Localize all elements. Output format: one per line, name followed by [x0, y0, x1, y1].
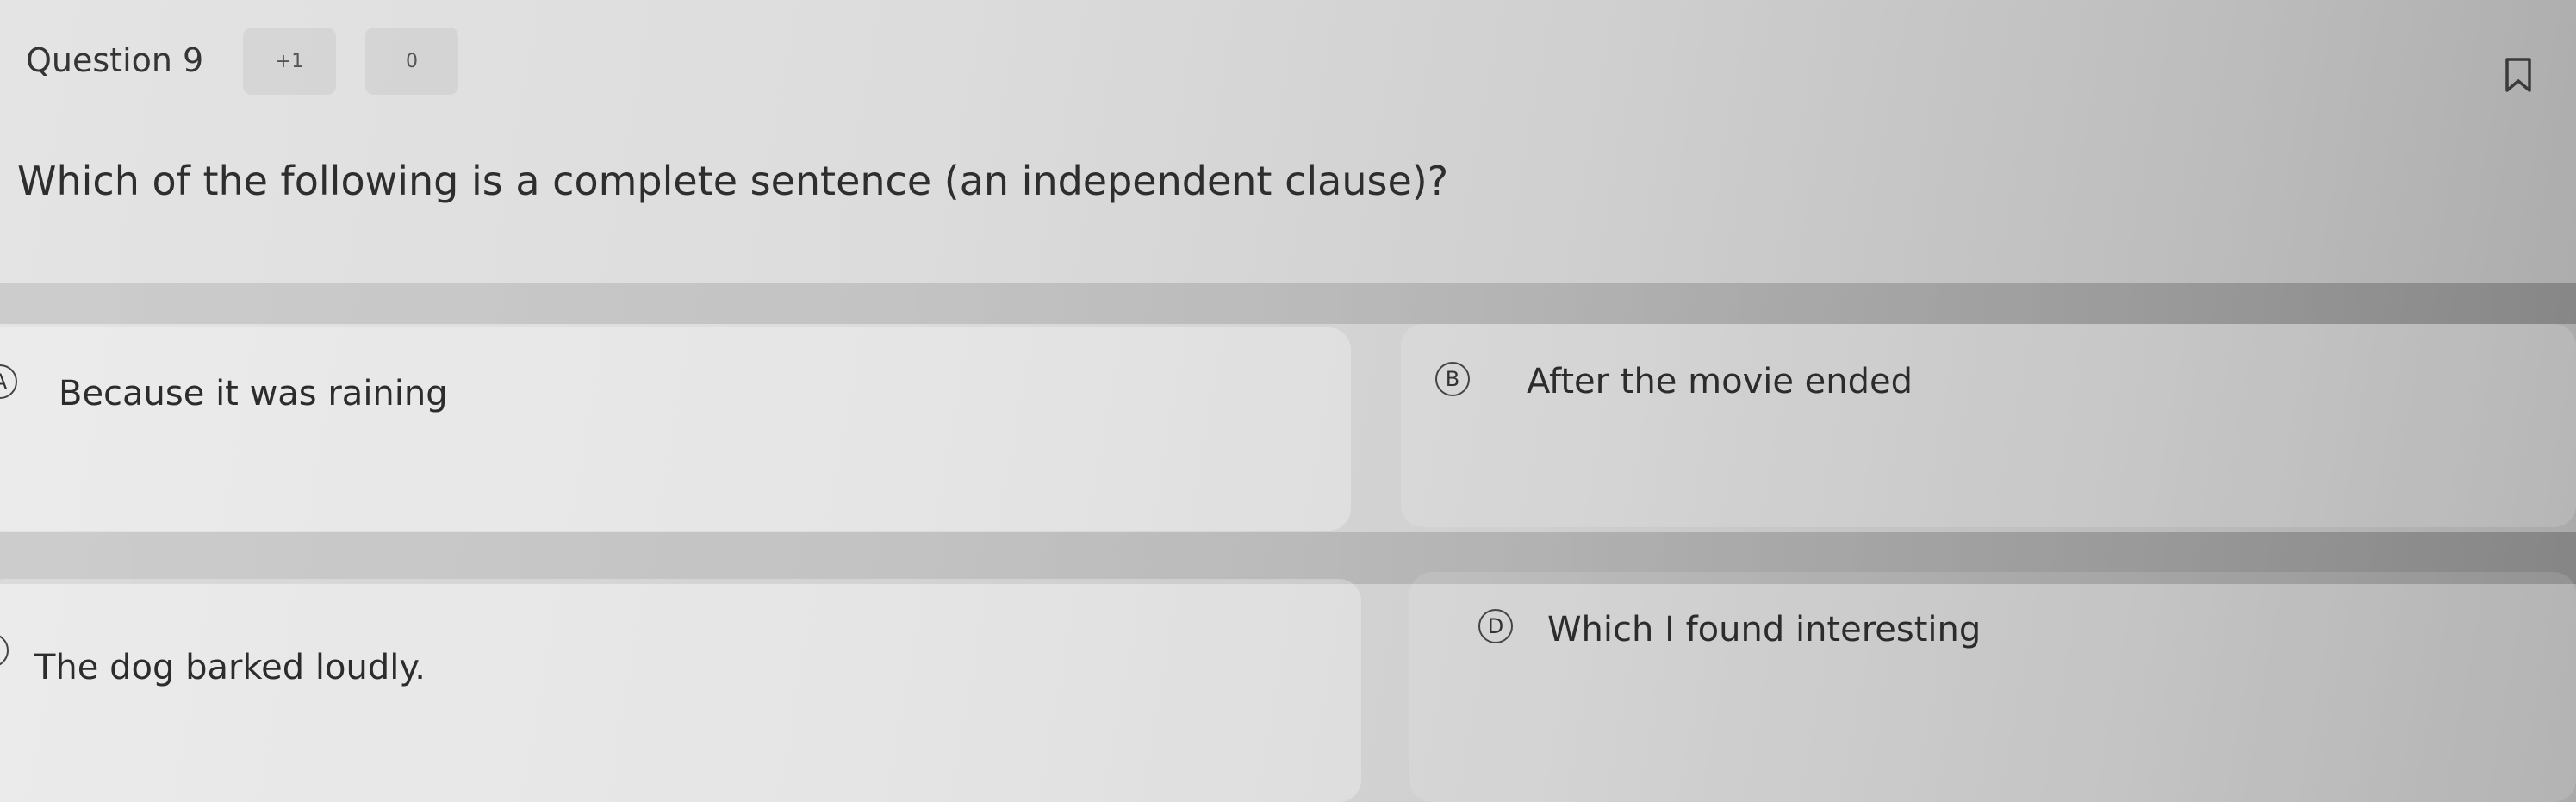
section-divider	[0, 283, 2576, 324]
question-prompt: Which of the following is a complete sen…	[17, 158, 1449, 204]
quiz-page: Question 9 +1 0 Which of the following i…	[0, 0, 2576, 802]
option-letter-d: D	[1478, 609, 1513, 643]
answer-option-c[interactable]: C The dog barked loudly.	[0, 579, 1361, 802]
option-text-a: Because it was raining	[59, 374, 448, 413]
answer-option-b[interactable]: B After the movie ended	[1401, 324, 2576, 527]
bookmark-icon[interactable]	[2504, 57, 2533, 93]
answer-option-d[interactable]: D Which I found interesting	[1409, 572, 2576, 802]
option-letter-b: B	[1435, 362, 1470, 396]
option-text-c: The dog barked loudly.	[34, 648, 426, 687]
option-letter-a: A	[0, 364, 17, 399]
option-text-b: After the movie ended	[1527, 362, 1913, 401]
option-letter-c: C	[0, 633, 9, 668]
score-badge: 0	[365, 28, 458, 95]
question-number: Question 9	[26, 41, 204, 79]
answer-option-a[interactable]: A Because it was raining	[0, 327, 1351, 531]
option-text-d: Which I found interesting	[1547, 610, 1982, 650]
points-badge: +1	[243, 28, 336, 95]
